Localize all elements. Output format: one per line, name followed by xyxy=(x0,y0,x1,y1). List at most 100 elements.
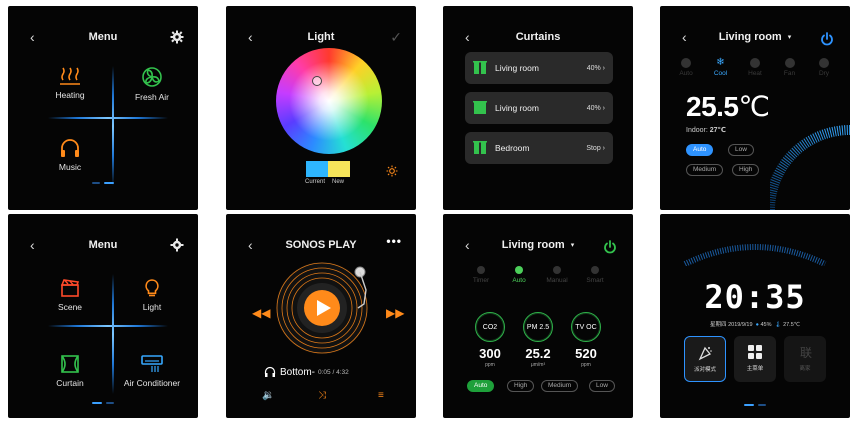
curtain-row[interactable]: Bedroom Stop › xyxy=(465,132,613,164)
fresh-air-icon xyxy=(142,67,162,87)
new-label: New xyxy=(332,179,345,185)
color-wheel[interactable] xyxy=(276,48,382,154)
speed-high[interactable]: High xyxy=(507,380,535,392)
clock-time: 20:35 xyxy=(704,278,806,316)
curtain-value: 40% › xyxy=(586,104,605,112)
curtain-value: Stop › xyxy=(586,144,605,152)
mode-auto[interactable]: Auto xyxy=(674,58,698,77)
thermometer-icon: 🌡 xyxy=(774,322,782,328)
air-conditioner-panel: ‹ Living room ▾ Auto ❄ Cool Heat Fan Dry 2… xyxy=(660,6,850,210)
mode-selector: Timer Auto Manual Smart xyxy=(467,266,609,284)
confirm-icon[interactable]: ✓ xyxy=(390,29,402,46)
vinyl-disc xyxy=(276,262,368,354)
curtain-value: 40% › xyxy=(586,64,605,72)
next-icon[interactable]: ▶▶ xyxy=(386,306,404,320)
speed-low[interactable]: Low xyxy=(589,380,615,392)
curtain-row[interactable]: Living room 40% › xyxy=(465,52,613,84)
curtain-label: Living room xyxy=(495,63,539,73)
temperature: 27.5℃ xyxy=(783,322,800,328)
page-indicator xyxy=(8,402,198,404)
humidity: 45% xyxy=(760,322,772,328)
curtain-icon xyxy=(473,101,487,114)
menu-item-label: Scene xyxy=(57,302,83,312)
new-color-swatch xyxy=(328,161,350,177)
menu-panel: ‹ Menu Scene Light Curtain Air Condition… xyxy=(8,214,198,418)
menu-item-label: Air Conditioner xyxy=(123,378,181,388)
mode-manual[interactable]: Manual xyxy=(543,266,571,284)
sensor-unit: μm/m³ xyxy=(530,362,546,368)
menu-item-scene[interactable]: Scene xyxy=(30,278,110,312)
curtain-row[interactable]: Living room 40% › xyxy=(465,92,613,124)
curtain-icon xyxy=(473,61,487,74)
curtain-icon xyxy=(61,355,79,373)
bulb-icon xyxy=(145,279,159,297)
menu-item-label: Curtain xyxy=(56,378,84,388)
menu-item-curtain[interactable]: Curtain xyxy=(30,354,110,388)
tile-party-mode[interactable]: 派对模式 xyxy=(684,336,726,382)
brightness-icon[interactable] xyxy=(386,165,398,177)
sensor-value: 520 xyxy=(575,346,597,361)
power-icon[interactable] xyxy=(603,240,617,254)
power-icon[interactable] xyxy=(820,32,834,46)
party-icon xyxy=(698,346,712,361)
mode-smart[interactable]: Smart xyxy=(581,266,609,284)
sensor-value: 300 xyxy=(479,346,501,361)
sensor-label: CO2 xyxy=(475,312,505,342)
tile-main-menu[interactable]: 主菜单 xyxy=(734,336,776,382)
track-title: Bottom- xyxy=(280,366,316,378)
curtain-label: Living room xyxy=(495,103,539,113)
sensor-label: TV OC xyxy=(571,312,601,342)
page-title: Curtains xyxy=(515,31,561,43)
menu-item-label: Music xyxy=(58,162,82,172)
previous-icon[interactable]: ◀◀ xyxy=(252,306,270,320)
speed-medium[interactable]: Medium xyxy=(541,380,579,392)
curtain-label: Bedroom xyxy=(495,143,530,153)
tile-away-mode[interactable]: 联 离家 xyxy=(784,336,826,382)
menu-item-light[interactable]: Light xyxy=(112,278,192,312)
fan-speed-high[interactable]: High xyxy=(732,164,760,176)
menu-item-fresh-air[interactable]: Fresh Air xyxy=(112,66,192,102)
mode-cool[interactable]: ❄ Cool xyxy=(709,58,733,78)
home-screen-panel: 20:35 星期四 2019/9/19 ● 45% 🌡 27.5℃ 派对模式 主… xyxy=(660,214,850,418)
track-time: 0:05 / 4:32 xyxy=(318,368,349,376)
decorative-arc xyxy=(683,244,827,266)
grid-icon xyxy=(748,345,762,359)
chevron-down-icon: ▾ xyxy=(787,34,792,41)
gear-icon[interactable] xyxy=(170,238,184,252)
menu-item-heating[interactable]: Heating xyxy=(30,66,110,100)
menu-item-music[interactable]: Music xyxy=(30,138,110,172)
playlist-icon[interactable]: ≡ xyxy=(378,390,384,401)
fan-speed-low[interactable]: Low xyxy=(728,144,754,156)
page-indicator xyxy=(660,404,850,406)
temperature-dial[interactable] xyxy=(770,94,850,210)
volume-icon[interactable]: 🔉 xyxy=(262,390,274,401)
menu-item-air-conditioner[interactable]: Air Conditioner xyxy=(112,354,192,388)
mode-selector: Auto ❄ Cool Heat Fan Dry xyxy=(674,58,836,78)
fan-speed-auto[interactable]: Auto xyxy=(686,144,714,156)
mode-dry[interactable]: Dry xyxy=(812,58,836,77)
mode-fan[interactable]: Fan xyxy=(778,58,802,77)
gear-icon[interactable] xyxy=(170,30,184,44)
mode-auto[interactable]: Auto xyxy=(505,266,533,284)
target-temperature: 25.5℃ xyxy=(686,91,770,122)
sensor-label: PM 2.5 xyxy=(523,312,553,342)
now-playing: Bottom- 0:05 / 4:32 xyxy=(264,366,349,378)
headphones-icon xyxy=(264,366,276,377)
current-color-swatch xyxy=(306,161,328,177)
scene-icon xyxy=(60,279,80,297)
page-title: Light xyxy=(307,31,335,43)
menu-panel: ‹ Menu Heating Fresh Air Music xyxy=(8,6,198,210)
sensor-unit: ppm xyxy=(581,362,591,368)
mode-heat[interactable]: Heat xyxy=(743,58,767,77)
light-panel: ‹ Light ✓ Current New xyxy=(226,6,416,210)
color-picker-handle[interactable] xyxy=(312,76,322,86)
mode-timer[interactable]: Timer xyxy=(467,266,495,284)
fan-speed-medium[interactable]: Medium xyxy=(686,164,724,176)
headphones-icon xyxy=(61,139,79,157)
fresh-air-panel: ‹ Living room ▾ Timer Auto Manual Smart C… xyxy=(443,214,633,418)
heating-icon xyxy=(60,67,80,85)
more-icon[interactable]: ••• xyxy=(386,234,402,248)
clock-info: 星期四 2019/9/19 ● 45% 🌡 27.5℃ xyxy=(660,320,850,328)
shuffle-icon[interactable]: ⤨ xyxy=(318,390,326,401)
speed-auto[interactable]: Auto xyxy=(467,380,495,392)
